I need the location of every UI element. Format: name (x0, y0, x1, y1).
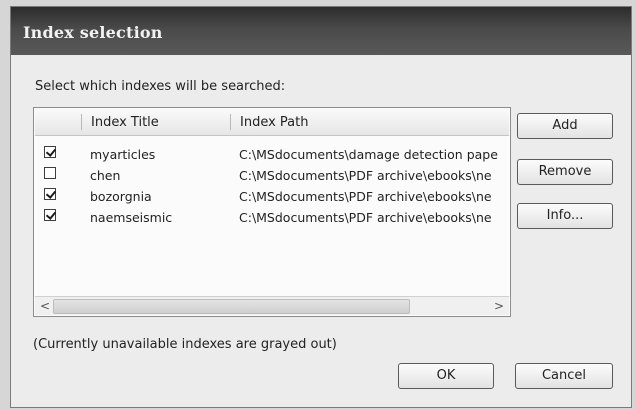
index-path: C:\MSdocuments\damage detection pape (239, 147, 498, 162)
index-checkbox[interactable] (44, 167, 56, 179)
index-path: C:\MSdocuments\PDF archive\ebooks\ne (239, 189, 492, 204)
scroll-thumb[interactable] (53, 299, 410, 314)
column-header-index-path[interactable]: Index Path (240, 115, 308, 130)
ok-button[interactable]: OK (398, 363, 494, 389)
index-checkbox[interactable] (44, 188, 57, 200)
index-checkbox[interactable] (44, 209, 57, 221)
index-title: myarticles (90, 147, 156, 162)
index-path: C:\MSdocuments\PDF archive\ebooks\ne (239, 210, 492, 225)
unavailable-note: (Currently unavailable indexes are graye… (33, 337, 337, 352)
index-title: bozorgnia (90, 189, 152, 204)
checkmark-icon (45, 188, 57, 199)
index-title: chen (90, 168, 121, 183)
scroll-left-arrow-icon[interactable]: < (37, 298, 53, 314)
add-button[interactable]: Add (517, 113, 613, 139)
index-checkbox[interactable] (44, 146, 57, 158)
horizontal-scrollbar[interactable]: < > (35, 296, 509, 315)
checkmark-icon (45, 146, 57, 157)
cancel-button[interactable]: Cancel (515, 363, 613, 389)
index-title: naemseismic (90, 210, 173, 225)
list-item[interactable]: myarticles C:\MSdocuments\damage detecti… (34, 144, 510, 164)
scroll-right-arrow-icon[interactable]: > (491, 298, 507, 314)
info-button[interactable]: Info... (517, 203, 613, 229)
index-selection-dialog: Index selection Select which indexes wil… (10, 6, 632, 408)
column-separator[interactable] (230, 114, 231, 130)
column-separator[interactable] (81, 114, 82, 130)
title-bar[interactable]: Index selection (11, 7, 631, 55)
prompt-label: Select which indexes will be searched: (35, 79, 286, 94)
list-item[interactable]: chen C:\MSdocuments\PDF archive\ebooks\n… (34, 165, 510, 185)
list-header: Index Title Index Path (35, 109, 509, 136)
list-item-selected[interactable]: naemseismic C:\MSdocuments\PDF archive\e… (34, 207, 510, 227)
column-header-index-title[interactable]: Index Title (91, 115, 159, 130)
remove-button[interactable]: Remove (517, 159, 613, 185)
checkmark-icon (45, 209, 57, 220)
list-item[interactable]: bozorgnia C:\MSdocuments\PDF archive\ebo… (34, 186, 510, 206)
dialog-title: Index selection (23, 23, 163, 42)
index-path: C:\MSdocuments\PDF archive\ebooks\ne (239, 168, 492, 183)
index-list[interactable]: Index Title Index Path myarticles C:\MSd… (33, 107, 511, 317)
